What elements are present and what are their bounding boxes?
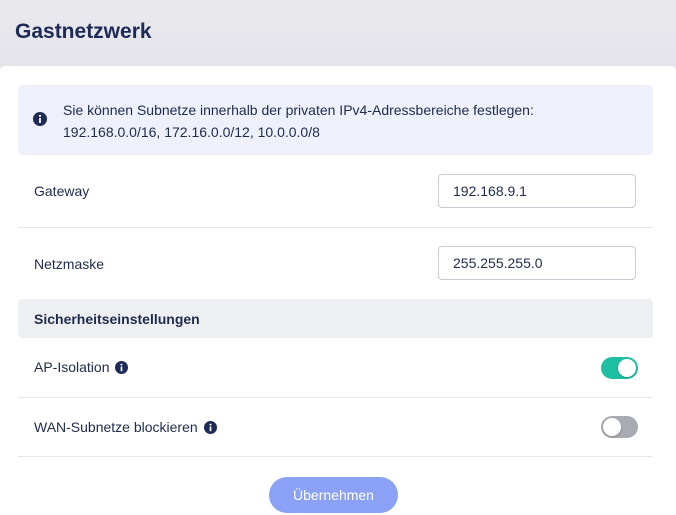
ap-isolation-row: AP-Isolation [18, 338, 653, 397]
info-circle-icon [33, 112, 47, 126]
info-banner: Sie können Subnetze innerhalb der privat… [18, 85, 653, 155]
ap-isolation-label-group: AP-Isolation [34, 359, 129, 375]
netmask-row: Netzmaske [18, 228, 653, 299]
wan-block-label-group: WAN-Subnetze blockieren [34, 419, 217, 435]
ap-isolation-label: AP-Isolation [34, 359, 110, 375]
wan-block-label: WAN-Subnetze blockieren [34, 419, 198, 435]
wan-block-row: WAN-Subnetze blockieren [18, 398, 653, 456]
info-text-line1: Sie können Subnetze innerhalb der privat… [63, 102, 534, 118]
security-section-title: Sicherheitseinstellungen [34, 311, 200, 327]
netmask-input[interactable] [438, 246, 636, 280]
apply-button[interactable]: Übernehmen [269, 477, 398, 513]
netmask-label: Netzmaske [34, 256, 105, 272]
gateway-row: Gateway [18, 155, 653, 227]
ap-isolation-toggle[interactable] [601, 357, 638, 379]
row-divider [18, 456, 653, 457]
page-title: Gastnetzwerk [15, 20, 152, 43]
info-circle-icon[interactable] [115, 360, 129, 374]
info-text: Sie können Subnetze innerhalb der privat… [63, 99, 643, 143]
toggle-knob [618, 359, 636, 377]
toggle-knob [603, 418, 621, 436]
security-section-header: Sicherheitseinstellungen [18, 299, 653, 338]
wan-block-toggle[interactable] [601, 416, 638, 438]
info-circle-icon[interactable] [203, 420, 217, 434]
gateway-label: Gateway [34, 183, 90, 199]
settings-card: Sie können Subnetze innerhalb der privat… [0, 66, 676, 515]
gateway-input[interactable] [438, 174, 636, 208]
info-text-line2: 192.168.0.0/16, 172.16.0.0/12, 10.0.0.0/… [63, 124, 320, 140]
page-header: Gastnetzwerk [0, 0, 676, 66]
